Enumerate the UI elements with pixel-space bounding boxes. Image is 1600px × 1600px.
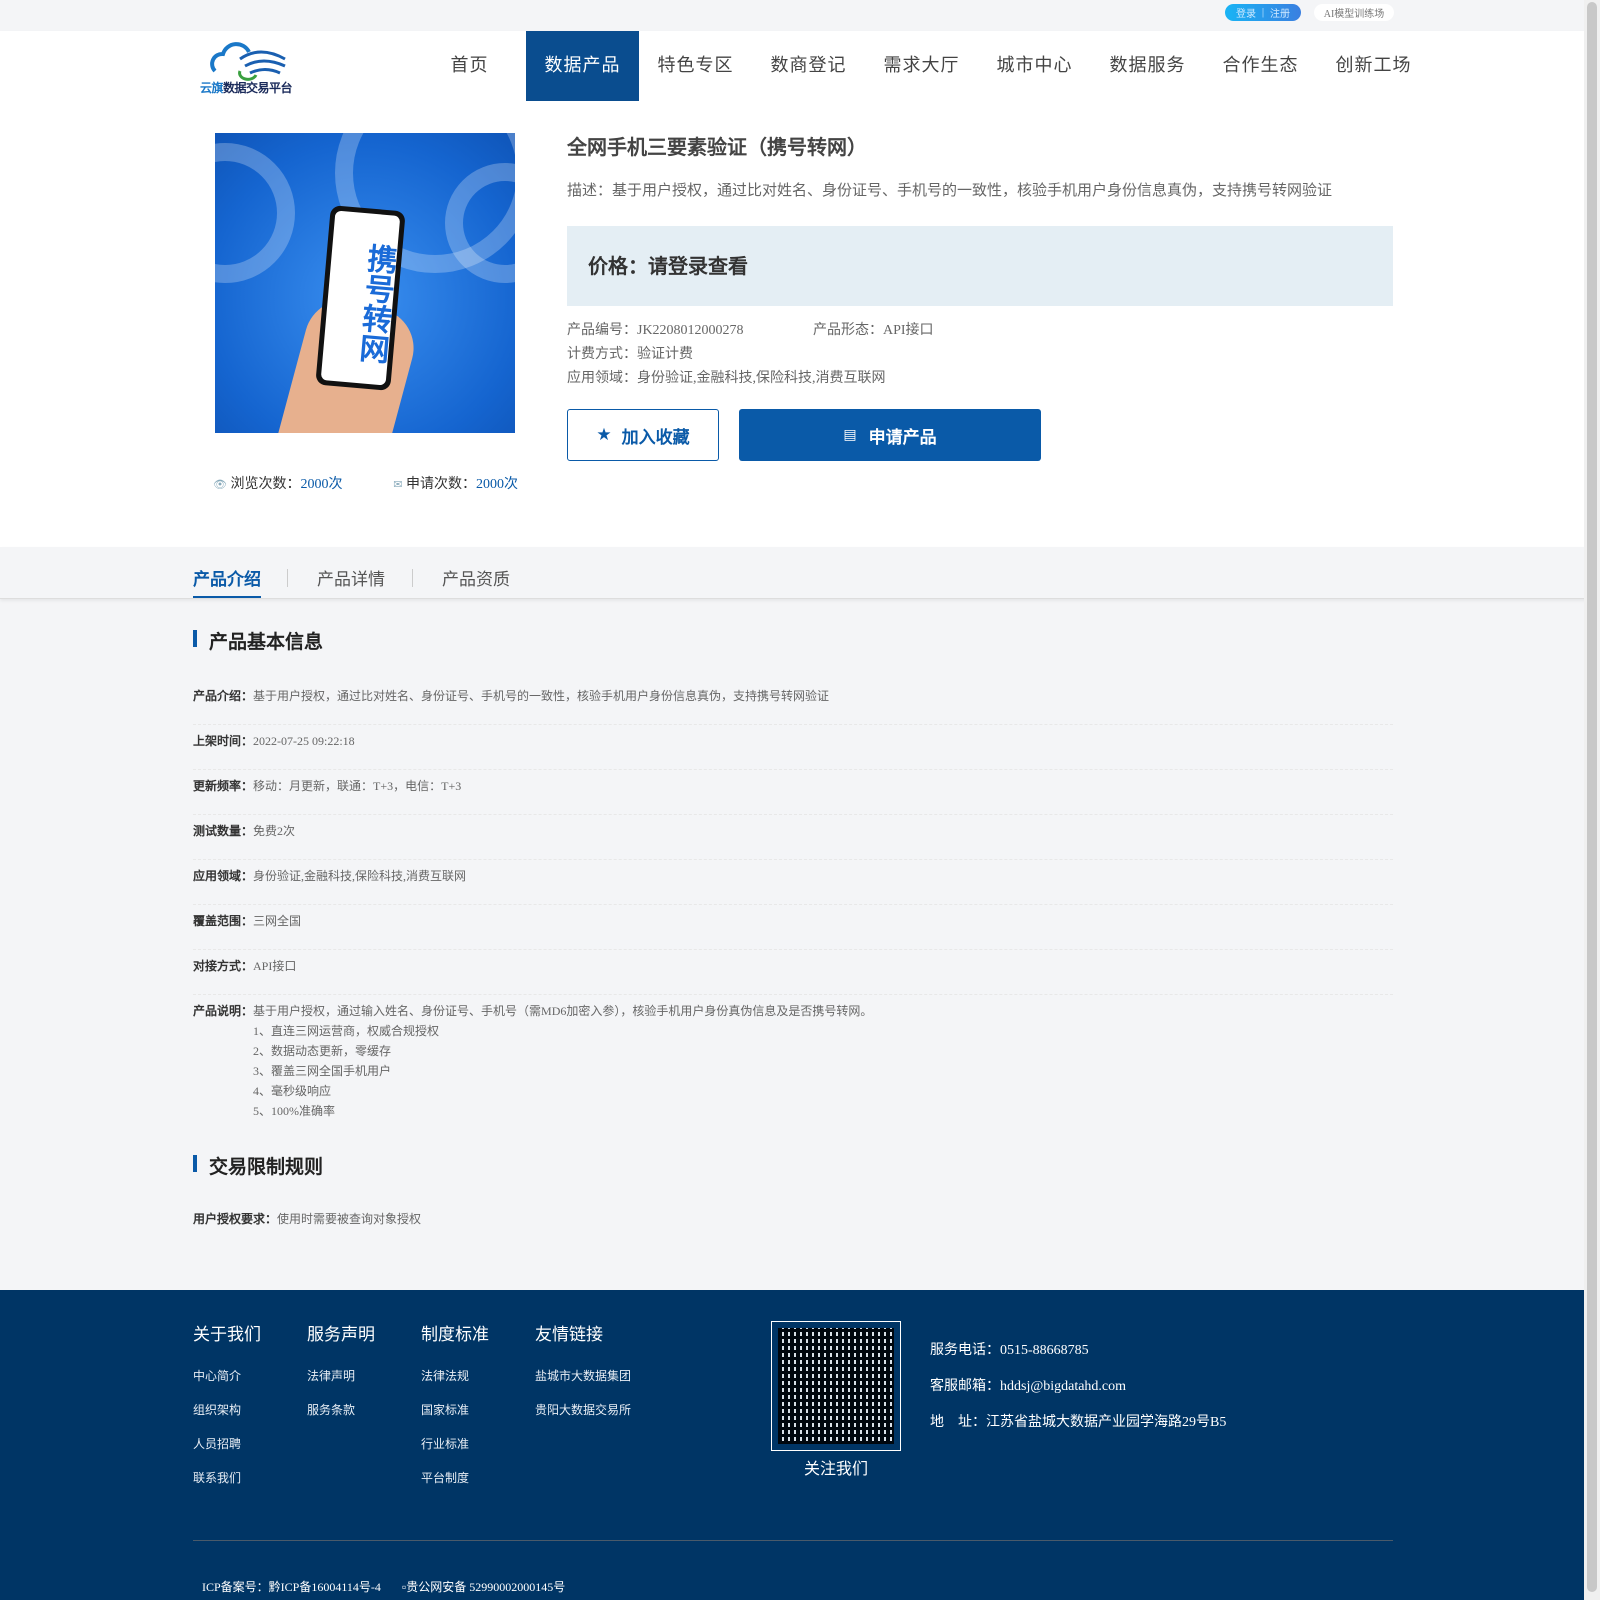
info-row: 更新频率：移动：月更新，联通：T+3，电信：T+3 — [193, 777, 1393, 815]
nav-ecosystem[interactable]: 合作生态 — [1204, 31, 1317, 101]
address: 地 址：江苏省盐城大数据产业园学海路29号B5 — [930, 1415, 1227, 1430]
billing-method: 计费方式：验证计费 — [567, 347, 693, 362]
footer-link[interactable]: 国家标准 — [421, 1401, 489, 1418]
footer-column: 友情链接盐城市大数据集团 贵阳大数据交易所 — [535, 1320, 631, 1435]
product-code: 产品编号：JK2208012000278 — [567, 323, 744, 338]
footer-column: 制度标准法律法规国家标准行业标准平台制度 — [421, 1320, 489, 1503]
section-trade-rules: 交易限制规则 — [193, 1152, 323, 1179]
nav-data-services[interactable]: 数据服务 — [1091, 31, 1204, 101]
feature-item: 4、毫秒级响应 — [253, 1084, 332, 1098]
footer-link[interactable]: 人员招聘 — [193, 1435, 261, 1452]
section-basic-info: 产品基本信息 — [193, 627, 323, 654]
tab-details[interactable]: 产品详情 — [317, 565, 385, 596]
product-title: 全网手机三要素验证（携号转网） — [567, 135, 867, 159]
footer-link[interactable]: 联系我们 — [193, 1469, 261, 1486]
top-bar: 登录 | 注册 AI模型训练场 — [0, 0, 1600, 31]
footer-link[interactable]: 服务条款 — [307, 1401, 375, 1418]
footer-heading: 关于我们 — [193, 1325, 261, 1344]
footer-column: 服务声明法律声明服务条款 — [307, 1320, 375, 1435]
nav-city-center[interactable]: 城市中心 — [978, 31, 1091, 101]
product-image: 携号转网 — [215, 133, 515, 433]
info-row: 测试数量：免费2次 — [193, 822, 1393, 860]
footer-link[interactable]: 中心简介 — [193, 1367, 261, 1384]
tab-intro[interactable]: 产品介绍 — [193, 565, 261, 598]
footer: 关于我们 中心简介 组织架构 人员招聘 联系我们 服务声明 法律声明 服务条款 制度标准 法律法规… — [0, 1290, 1584, 1600]
apply-count-icon: ✉ — [393, 479, 403, 491]
eye-icon: 👁 — [213, 479, 227, 491]
register-link[interactable]: 注册 — [1270, 5, 1290, 20]
header: 云旗数据交易平台 首页 数据产品 特色专区 数商登记 需求大厅 城市中心 数据服… — [0, 31, 1600, 103]
service-email: 客服邮箱：hddsj@bigdatahd.com — [930, 1379, 1127, 1394]
footer-link[interactable]: 组织架构 — [193, 1401, 261, 1418]
service-phone: 服务电话：0515-88668785 — [930, 1343, 1089, 1358]
document-icon: ▤ — [843, 427, 857, 443]
nav-data-products[interactable]: 数据产品 — [526, 31, 639, 101]
info-row: 应用领域：身份验证,金融科技,保险科技,消费互联网 — [193, 867, 1393, 905]
rule-row: 用户授权要求：使用时需要被查询对象授权 — [193, 1212, 422, 1226]
qr-code — [771, 1321, 901, 1451]
application-field: 应用领域：身份验证,金融科技,保险科技,消费互联网 — [567, 371, 886, 386]
info-row: 上架时间：2022-07-25 09:22:18 — [193, 732, 1393, 770]
ai-training-link[interactable]: AI模型训练场 — [1314, 4, 1394, 21]
footer-heading: 服务声明 — [307, 1325, 375, 1344]
logo[interactable]: 云旗数据交易平台 — [200, 41, 295, 96]
product-form: 产品形态：API接口 — [813, 323, 934, 338]
feature-item: 3、覆盖三网全国手机用户 — [253, 1064, 392, 1078]
product-stats: 👁 浏览次数：2000次 ✉ 申请次数：2000次 — [213, 477, 518, 492]
footer-heading: 制度标准 — [421, 1325, 489, 1344]
footer-link[interactable]: 平台制度 — [421, 1469, 489, 1486]
nav-merchant-register[interactable]: 数商登记 — [752, 31, 865, 101]
apply-product-button[interactable]: ▤ 申请产品 — [739, 409, 1041, 461]
product-tabs: 产品介绍 产品详情 产品资质 — [0, 547, 1600, 599]
police-record[interactable]: ▫贵公网安备 52990002000145号 — [402, 1578, 565, 1595]
feature-item: 5、100%准确率 — [253, 1104, 335, 1118]
feature-item: 1、直连三网运营商，权威合规授权 — [253, 1024, 440, 1038]
footer-link[interactable]: 贵阳大数据交易所 — [535, 1401, 631, 1418]
feature-item: 2、数据动态更新，零缓存 — [253, 1044, 392, 1058]
star-icon: ★ — [596, 425, 612, 445]
follow-us: 关注我们 — [803, 1461, 868, 1478]
price-box: 价格：请登录查看 — [567, 226, 1393, 306]
product-description: 描述：基于用户授权，通过比对姓名、身份证号、手机号的一致性，核验手机用户身份信息… — [567, 181, 1333, 199]
info-row: 覆盖范围：三网全国 — [193, 912, 1393, 950]
login-link[interactable]: 登录 — [1236, 5, 1256, 20]
nav-innovation[interactable]: 创新工场 — [1317, 31, 1430, 101]
footer-link[interactable]: 法律法规 — [421, 1367, 489, 1384]
tab-qualification[interactable]: 产品资质 — [442, 565, 510, 596]
footer-heading: 友情链接 — [535, 1325, 603, 1344]
nav-home[interactable]: 首页 — [413, 31, 526, 101]
main-nav: 首页 数据产品 特色专区 数商登记 需求大厅 城市中心 数据服务 合作生态 创新… — [413, 31, 1430, 101]
product-summary: 携号转网 👁 浏览次数：2000次 ✉ 申请次数：2000次 全网手机三要素验证… — [0, 103, 1600, 547]
cloud-logo-icon — [210, 42, 286, 81]
footer-link[interactable]: 法律声明 — [307, 1367, 375, 1384]
footer-link[interactable]: 盐城市大数据集团 — [535, 1367, 631, 1384]
info-row: 产品介绍：基于用户授权，通过比对姓名、身份证号、手机号的一致性，核验手机用户身份… — [193, 687, 1393, 725]
footer-column: 关于我们中心简介组织架构人员招聘联系我们 — [193, 1320, 261, 1503]
icp-record[interactable]: ICP备案号：黔ICP备16004114号-4 — [202, 1578, 381, 1595]
login-register-pill[interactable]: 登录 | 注册 — [1225, 4, 1301, 21]
nav-featured[interactable]: 特色专区 — [639, 31, 752, 101]
footer-link[interactable]: 行业标准 — [421, 1435, 489, 1452]
nav-demand-hall[interactable]: 需求大厅 — [865, 31, 978, 101]
add-favorite-button[interactable]: ★ 加入收藏 — [567, 409, 719, 461]
info-row: 对接方式：API接口 — [193, 957, 1393, 995]
scrollbar[interactable] — [1584, 0, 1600, 1600]
